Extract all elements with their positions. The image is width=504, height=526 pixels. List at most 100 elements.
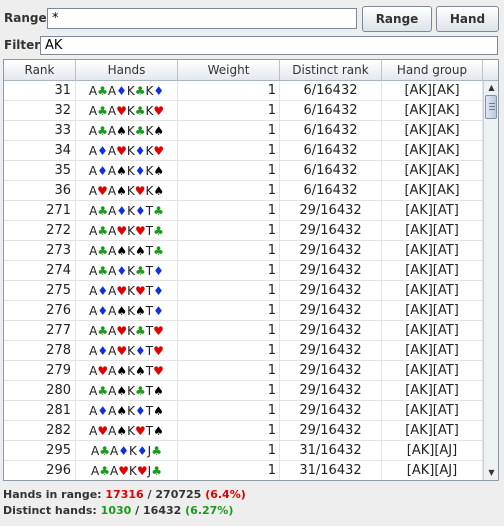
rank-cell: 276 — [4, 301, 76, 321]
distinct-hands-count: 1030 — [100, 504, 132, 517]
rank-cell: 32 — [4, 101, 76, 121]
vertical-scrollbar[interactable]: ▲ ▼ — [483, 81, 498, 480]
distinct-separator: / — [135, 504, 140, 517]
table-row[interactable]: 277 A♣A♥K♣T♥ 1 29/16432 [AK][AT] — [4, 321, 483, 341]
table-row[interactable]: 276 A♦A♠K♠T♦ 1 29/16432 [AK][AT] — [4, 301, 483, 321]
hands-in-range-stat: Hands in range: 17316 / 270725 (6.4%) — [3, 488, 246, 501]
filter-label: Filter: — [4, 38, 46, 52]
column-header-weight[interactable]: Weight — [178, 60, 280, 81]
distinct-rank-cell: 6/16432 — [280, 141, 382, 161]
table-row[interactable]: 274 A♣A♦K♣T♦ 1 29/16432 [AK][AT] — [4, 261, 483, 281]
distinct-rank-cell: 29/16432 — [280, 321, 382, 341]
weight-cell: 1 — [178, 241, 280, 261]
hand-group-cell: [AK][AK] — [382, 81, 483, 101]
table-body: 31 A♣A♦K♣K♦ 1 6/16432 [AK][AK] 32 A♣A♥K♣K♥ 1 6/1… — [4, 81, 483, 480]
hand-button[interactable]: Hand — [436, 6, 499, 32]
hands-cell: A♣A♠K♣K♠ — [76, 121, 178, 141]
hand-group-cell: [AK][AK] — [382, 181, 483, 201]
weight-cell: 1 — [178, 221, 280, 241]
filter-input[interactable]: AK — [40, 36, 498, 55]
table-row[interactable]: 34 A♦A♥K♦K♥ 1 6/16432 [AK][AK] — [4, 141, 483, 161]
hands-cell: A♦A♥K♦T♥ — [76, 341, 178, 361]
column-header-distinct-rank[interactable]: Distinct rank — [280, 60, 382, 81]
distinct-rank-cell: 29/16432 — [280, 361, 382, 381]
hands-cell: A♣A♥K♣K♥ — [76, 101, 178, 121]
distinct-rank-cell: 6/16432 — [280, 181, 382, 201]
hand-group-cell: [AK][AT] — [382, 421, 483, 441]
distinct-rank-cell: 29/16432 — [280, 421, 382, 441]
rank-cell: 33 — [4, 121, 76, 141]
column-header-rank[interactable]: Rank — [4, 60, 76, 81]
hand-group-cell: [AK][AK] — [382, 121, 483, 141]
hands-cell: A♦A♠K♠T♦ — [76, 301, 178, 321]
hands-cell: A♣A♦K♦J♣ — [76, 441, 178, 461]
table-row[interactable]: 279 A♥A♠K♠T♥ 1 29/16432 [AK][AT] — [4, 361, 483, 381]
table-row[interactable]: 271 A♣A♦K♦T♣ 1 29/16432 [AK][AT] — [4, 201, 483, 221]
hands-separator: / — [147, 488, 152, 501]
hands-table: Rank Hands Weight Distinct rank Hand gro… — [3, 59, 499, 481]
distinct-rank-cell: 29/16432 — [280, 281, 382, 301]
table-row[interactable]: 272 A♣A♥K♥T♣ 1 29/16432 [AK][AT] — [4, 221, 483, 241]
table-row[interactable]: 273 A♣A♠K♠T♣ 1 29/16432 [AK][AT] — [4, 241, 483, 261]
hands-cell: A♥A♠K♠T♥ — [76, 361, 178, 381]
scroll-up-arrow-icon[interactable]: ▲ — [485, 81, 498, 95]
distinct-rank-cell: 29/16432 — [280, 341, 382, 361]
hands-cell: A♣A♥K♣T♥ — [76, 321, 178, 341]
rank-cell: 281 — [4, 401, 76, 421]
weight-cell: 1 — [178, 321, 280, 341]
rank-cell: 277 — [4, 321, 76, 341]
weight-cell: 1 — [178, 341, 280, 361]
rank-cell: 296 — [4, 461, 76, 480]
weight-cell: 1 — [178, 141, 280, 161]
hands-cell: A♦A♥K♦K♥ — [76, 141, 178, 161]
table-row[interactable]: 33 A♣A♠K♣K♠ 1 6/16432 [AK][AK] — [4, 121, 483, 141]
range-button[interactable]: Range — [362, 6, 432, 32]
table-row[interactable]: 295 A♣A♦K♦J♣ 1 31/16432 [AK][AJ] — [4, 441, 483, 461]
weight-cell: 1 — [178, 201, 280, 221]
hand-group-cell: [AK][AJ] — [382, 441, 483, 461]
hand-group-cell: [AK][AT] — [382, 261, 483, 281]
rank-cell: 36 — [4, 181, 76, 201]
scroll-thumb[interactable] — [485, 95, 497, 119]
hand-group-cell: [AK][AT] — [382, 381, 483, 401]
rank-cell: 282 — [4, 421, 76, 441]
hands-in-range-label: Hands in range: — [3, 488, 102, 501]
table-row[interactable]: 280 A♣A♠K♣T♠ 1 29/16432 [AK][AT] — [4, 381, 483, 401]
distinct-rank-cell: 29/16432 — [280, 401, 382, 421]
table-row[interactable]: 296 A♣A♥K♥J♣ 1 31/16432 [AK][AJ] — [4, 461, 483, 480]
table-row[interactable]: 282 A♥A♠K♥T♠ 1 29/16432 [AK][AT] — [4, 421, 483, 441]
scroll-down-arrow-icon[interactable]: ▼ — [485, 466, 498, 480]
rank-cell: 271 — [4, 201, 76, 221]
table-row[interactable]: 36 A♥A♠K♥K♠ 1 6/16432 [AK][AK] — [4, 181, 483, 201]
hands-in-range-count: 17316 — [105, 488, 144, 501]
hands-cell: A♣A♠K♠T♣ — [76, 241, 178, 261]
rank-cell: 275 — [4, 281, 76, 301]
table-row[interactable]: 278 A♦A♥K♦T♥ 1 29/16432 [AK][AT] — [4, 341, 483, 361]
distinct-rank-cell: 29/16432 — [280, 381, 382, 401]
table-row[interactable]: 31 A♣A♦K♣K♦ 1 6/16432 [AK][AK] — [4, 81, 483, 101]
column-header-hands[interactable]: Hands — [76, 60, 178, 81]
weight-cell: 1 — [178, 181, 280, 201]
rank-cell: 35 — [4, 161, 76, 181]
distinct-rank-cell: 31/16432 — [280, 441, 382, 461]
distinct-rank-cell: 6/16432 — [280, 81, 382, 101]
table-row[interactable]: 275 A♦A♥K♥T♦ 1 29/16432 [AK][AT] — [4, 281, 483, 301]
range-input[interactable]: * — [47, 8, 357, 29]
distinct-rank-cell: 6/16432 — [280, 161, 382, 181]
table-row[interactable]: 32 A♣A♥K♣K♥ 1 6/16432 [AK][AK] — [4, 101, 483, 121]
weight-cell: 1 — [178, 281, 280, 301]
weight-cell: 1 — [178, 421, 280, 441]
hands-cell: A♣A♦K♦T♣ — [76, 201, 178, 221]
distinct-total: 16432 — [143, 504, 182, 517]
distinct-rank-cell: 29/16432 — [280, 201, 382, 221]
weight-cell: 1 — [178, 381, 280, 401]
hands-cell: A♣A♦K♣K♦ — [76, 81, 178, 101]
column-header-hand-group[interactable]: Hand group — [382, 60, 483, 81]
hand-group-cell: [AK][AT] — [382, 281, 483, 301]
hands-cell: A♦A♠K♦K♠ — [76, 161, 178, 181]
table-row[interactable]: 35 A♦A♠K♦K♠ 1 6/16432 [AK][AK] — [4, 161, 483, 181]
range-label: Range: — [4, 11, 52, 25]
table-row[interactable]: 281 A♦A♠K♦T♠ 1 29/16432 [AK][AT] — [4, 401, 483, 421]
rank-cell: 280 — [4, 381, 76, 401]
hands-total: 270725 — [155, 488, 202, 501]
